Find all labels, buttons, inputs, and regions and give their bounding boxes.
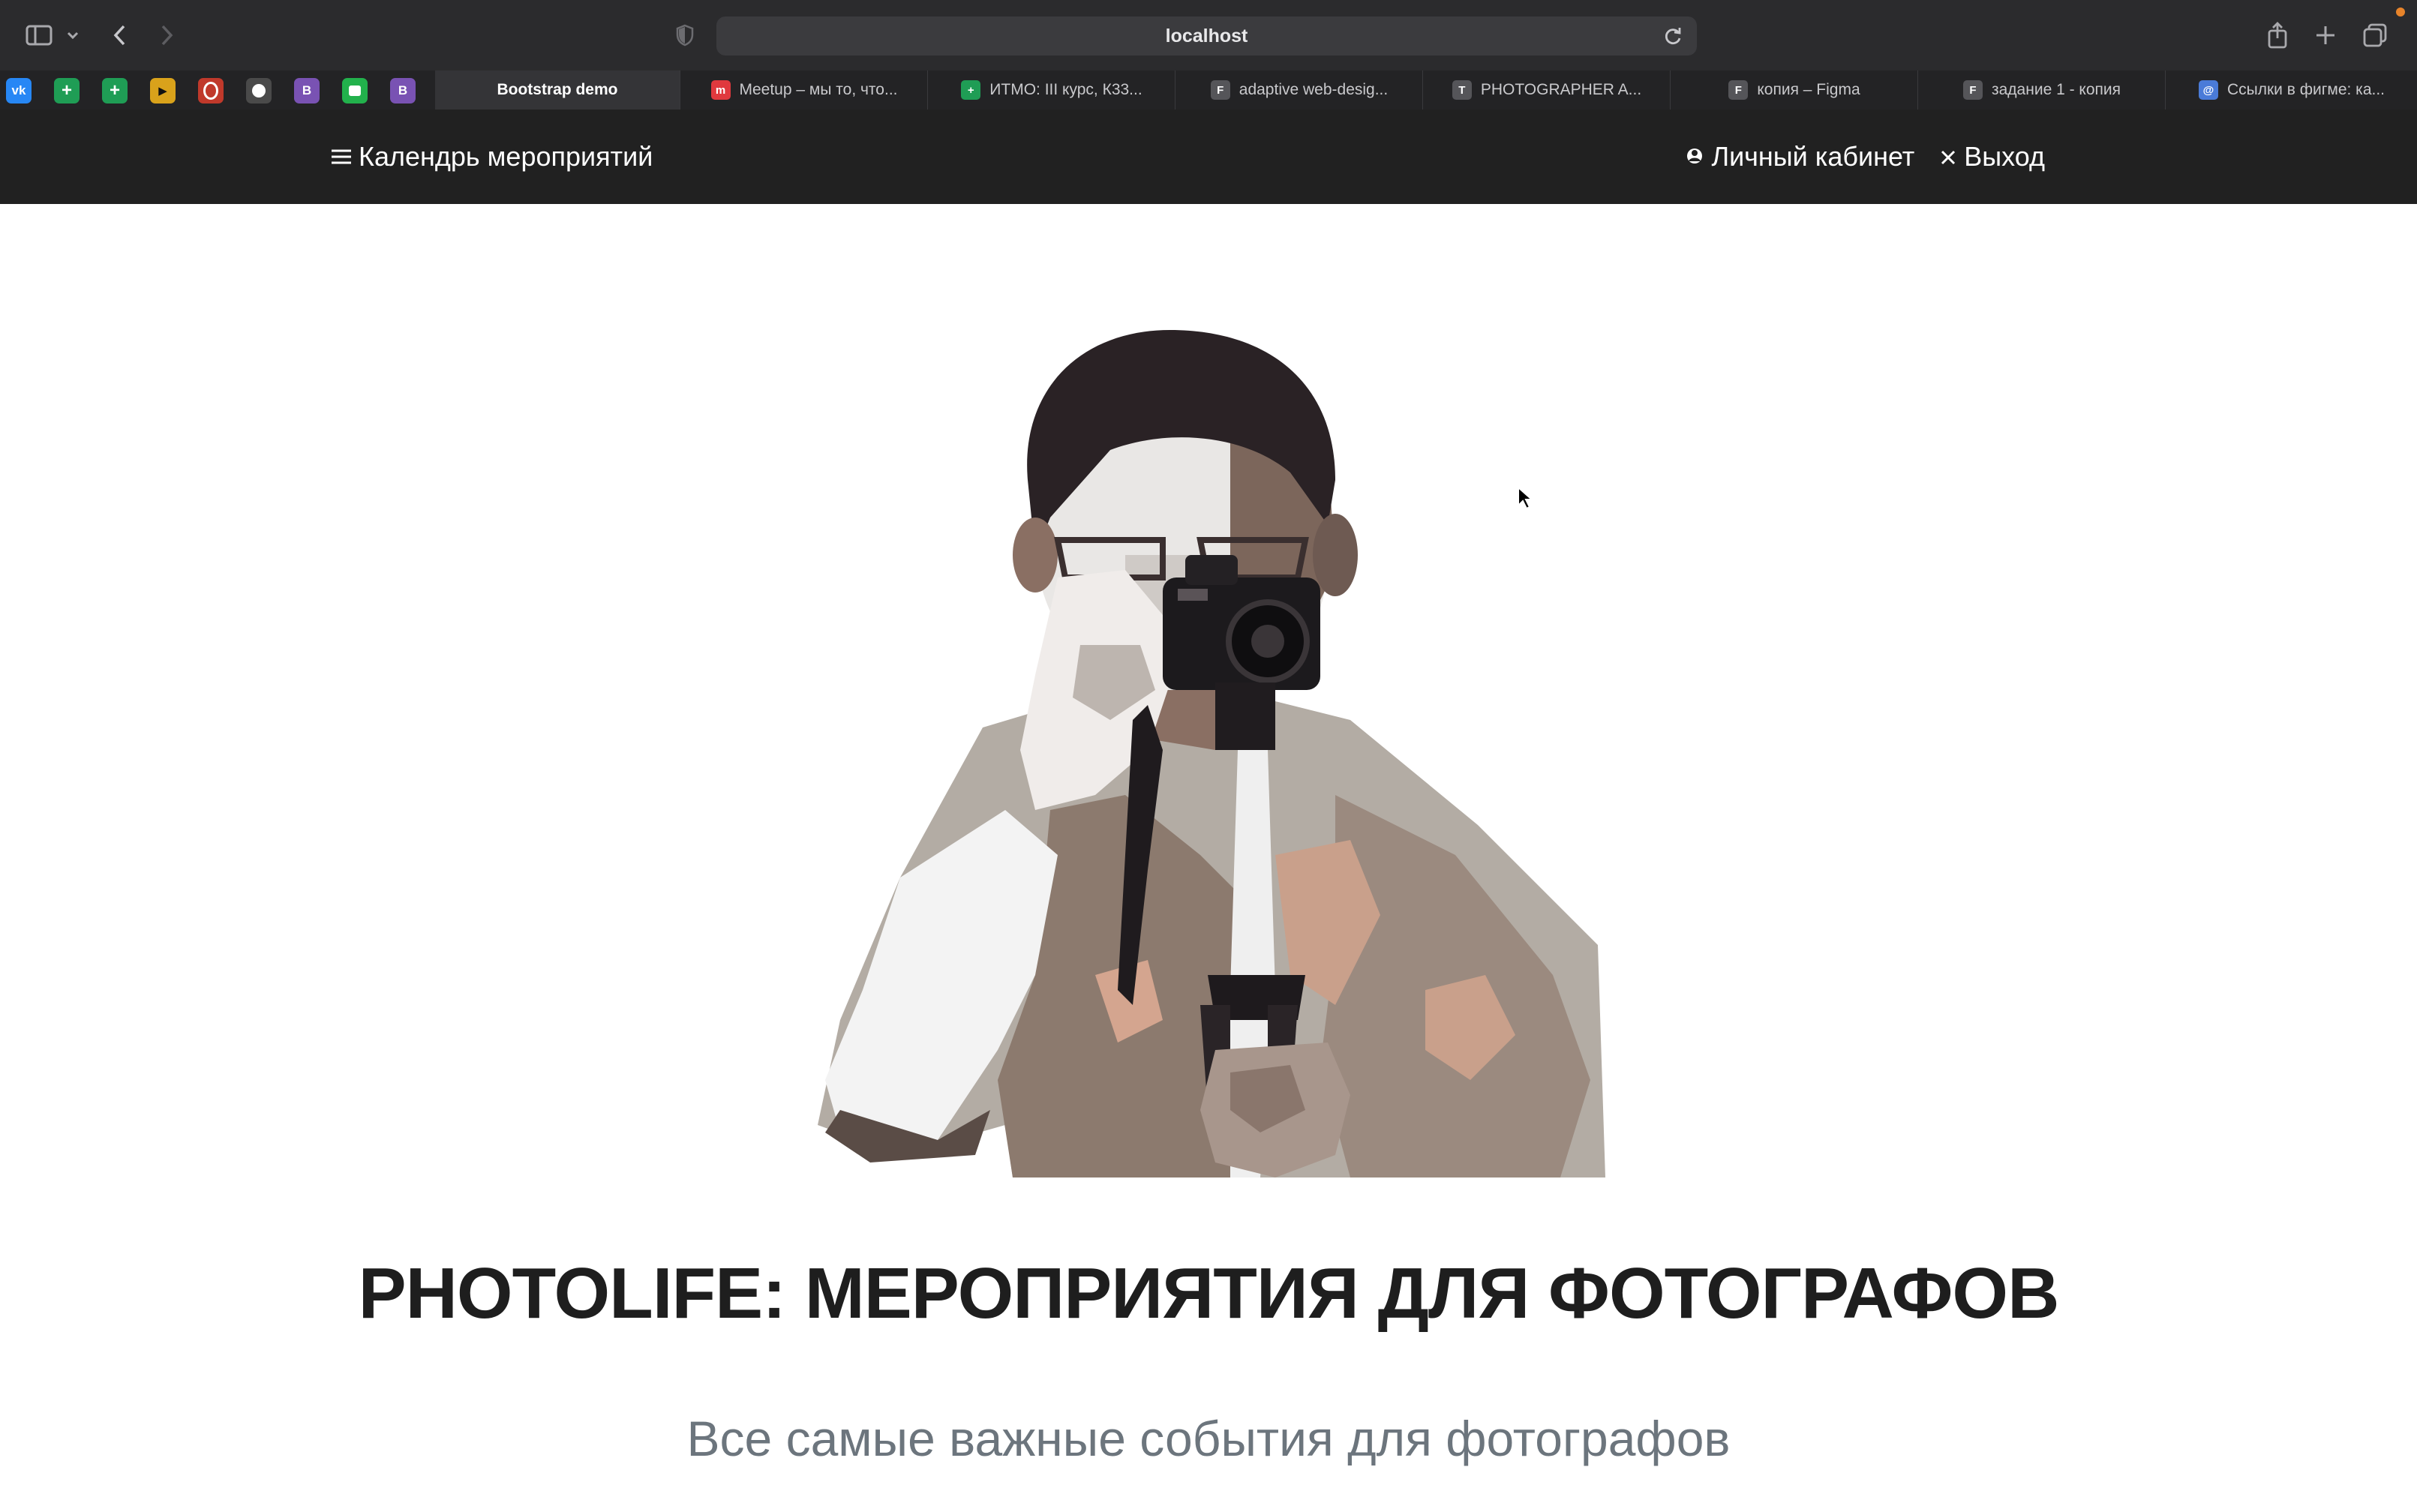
menu-icon[interactable] — [330, 141, 353, 172]
site-navbar: Календрь мероприятий Личный кабинет Выхо… — [0, 110, 2417, 204]
browser-toolbar: localhost — [0, 0, 2417, 70]
navbar-right: Личный кабинет Выход — [1686, 110, 2045, 204]
tab-adaptive-web-design[interactable]: F adaptive web-desig... — [1175, 70, 1423, 110]
pinned-tab-chat-icon[interactable] — [342, 78, 368, 104]
share-icon[interactable] — [2262, 15, 2292, 56]
figma-icon: F — [1963, 80, 1983, 100]
tab-label: задание 1 - копия — [1992, 81, 2121, 98]
user-icon — [1686, 141, 1704, 172]
tab-label: PHOTOGRAPHER A... — [1480, 81, 1642, 98]
figma-icon: F — [1210, 80, 1230, 100]
address-bar[interactable]: localhost — [716, 16, 1697, 56]
close-icon — [1940, 141, 1956, 172]
new-tab-icon[interactable] — [2310, 15, 2340, 56]
pinned-tab-bootstrap-icon[interactable]: B — [390, 78, 416, 104]
tab-meetup[interactable]: m Meetup – мы то, что... — [680, 70, 928, 110]
tab-label: Meetup – мы то, что... — [739, 81, 898, 98]
tab-bootstrap-demo[interactable]: Bootstrap demo — [435, 70, 680, 110]
meetup-icon: m — [710, 80, 731, 100]
link-icon: @ — [2198, 80, 2218, 100]
navbar-brand[interactable]: Календрь мероприятий — [330, 110, 653, 204]
back-icon[interactable] — [107, 15, 132, 56]
privacy-shield-icon[interactable] — [672, 15, 698, 56]
tab-strip: vk + + ▶ B B Bootstrap demo m Meetup – м… — [0, 70, 2417, 110]
pinned-tab-opera-icon[interactable] — [198, 78, 224, 104]
tab-figma-copy[interactable]: F копия – Figma — [1670, 70, 1918, 110]
figma-icon: F — [1728, 80, 1749, 100]
logout-label: Выход — [1964, 141, 2045, 172]
brand-label: Календрь мероприятий — [359, 141, 653, 172]
page-subtitle: Все самые важные события для фотографов — [686, 1411, 1731, 1466]
tab-figma-links[interactable]: @ Ссылки в фигме: ка... — [2165, 70, 2417, 110]
tab-label: копия – Figma — [1757, 81, 1860, 98]
account-link[interactable]: Личный кабинет — [1686, 141, 1914, 172]
account-label: Личный кабинет — [1711, 141, 1915, 172]
pinned-tab-video-icon[interactable]: ▶ — [150, 78, 176, 104]
forward-icon[interactable] — [155, 15, 180, 56]
notification-dot — [2396, 8, 2405, 16]
tab-label: adaptive web-desig... — [1239, 81, 1389, 98]
pinned-tab-bootstrap-icon[interactable]: B — [294, 78, 320, 104]
tab-overview-icon[interactable] — [2360, 15, 2390, 56]
chevron-down-icon[interactable] — [63, 15, 83, 56]
tab-label: ИТМО: III курс, К33... — [989, 81, 1142, 98]
mouse-cursor-icon — [1517, 485, 1534, 514]
pinned-tab-sheets-icon[interactable]: + — [54, 78, 80, 104]
pinned-tab-vk-icon[interactable]: vk — [6, 78, 32, 104]
tab-task-copy[interactable]: F задание 1 - копия — [1917, 70, 2166, 110]
pinned-tab-github-icon[interactable] — [246, 78, 272, 104]
pinned-tab-sheets-icon[interactable]: + — [102, 78, 128, 104]
url-text: localhost — [1165, 25, 1248, 46]
reload-icon[interactable] — [1662, 26, 1683, 50]
site-icon: T — [1452, 80, 1472, 100]
tab-itmo[interactable]: + ИТМО: III курс, К33... — [927, 70, 1175, 110]
tab-label: Ссылки в фигме: ка... — [2226, 81, 2385, 98]
tab-photographer[interactable]: T PHOTOGRAPHER A... — [1422, 70, 1671, 110]
tab-label: Bootstrap demo — [497, 81, 618, 98]
photographer-illustration — [810, 330, 1605, 1181]
logout-link[interactable]: Выход — [1940, 141, 2045, 172]
page-title: PHOTOLIFE: МЕРОПРИЯТИЯ ДЛЯ ФОТОГРАФОВ — [358, 1253, 2060, 1334]
google-sheets-icon: + — [961, 80, 981, 100]
sidebar-toggle-icon[interactable] — [23, 15, 56, 56]
